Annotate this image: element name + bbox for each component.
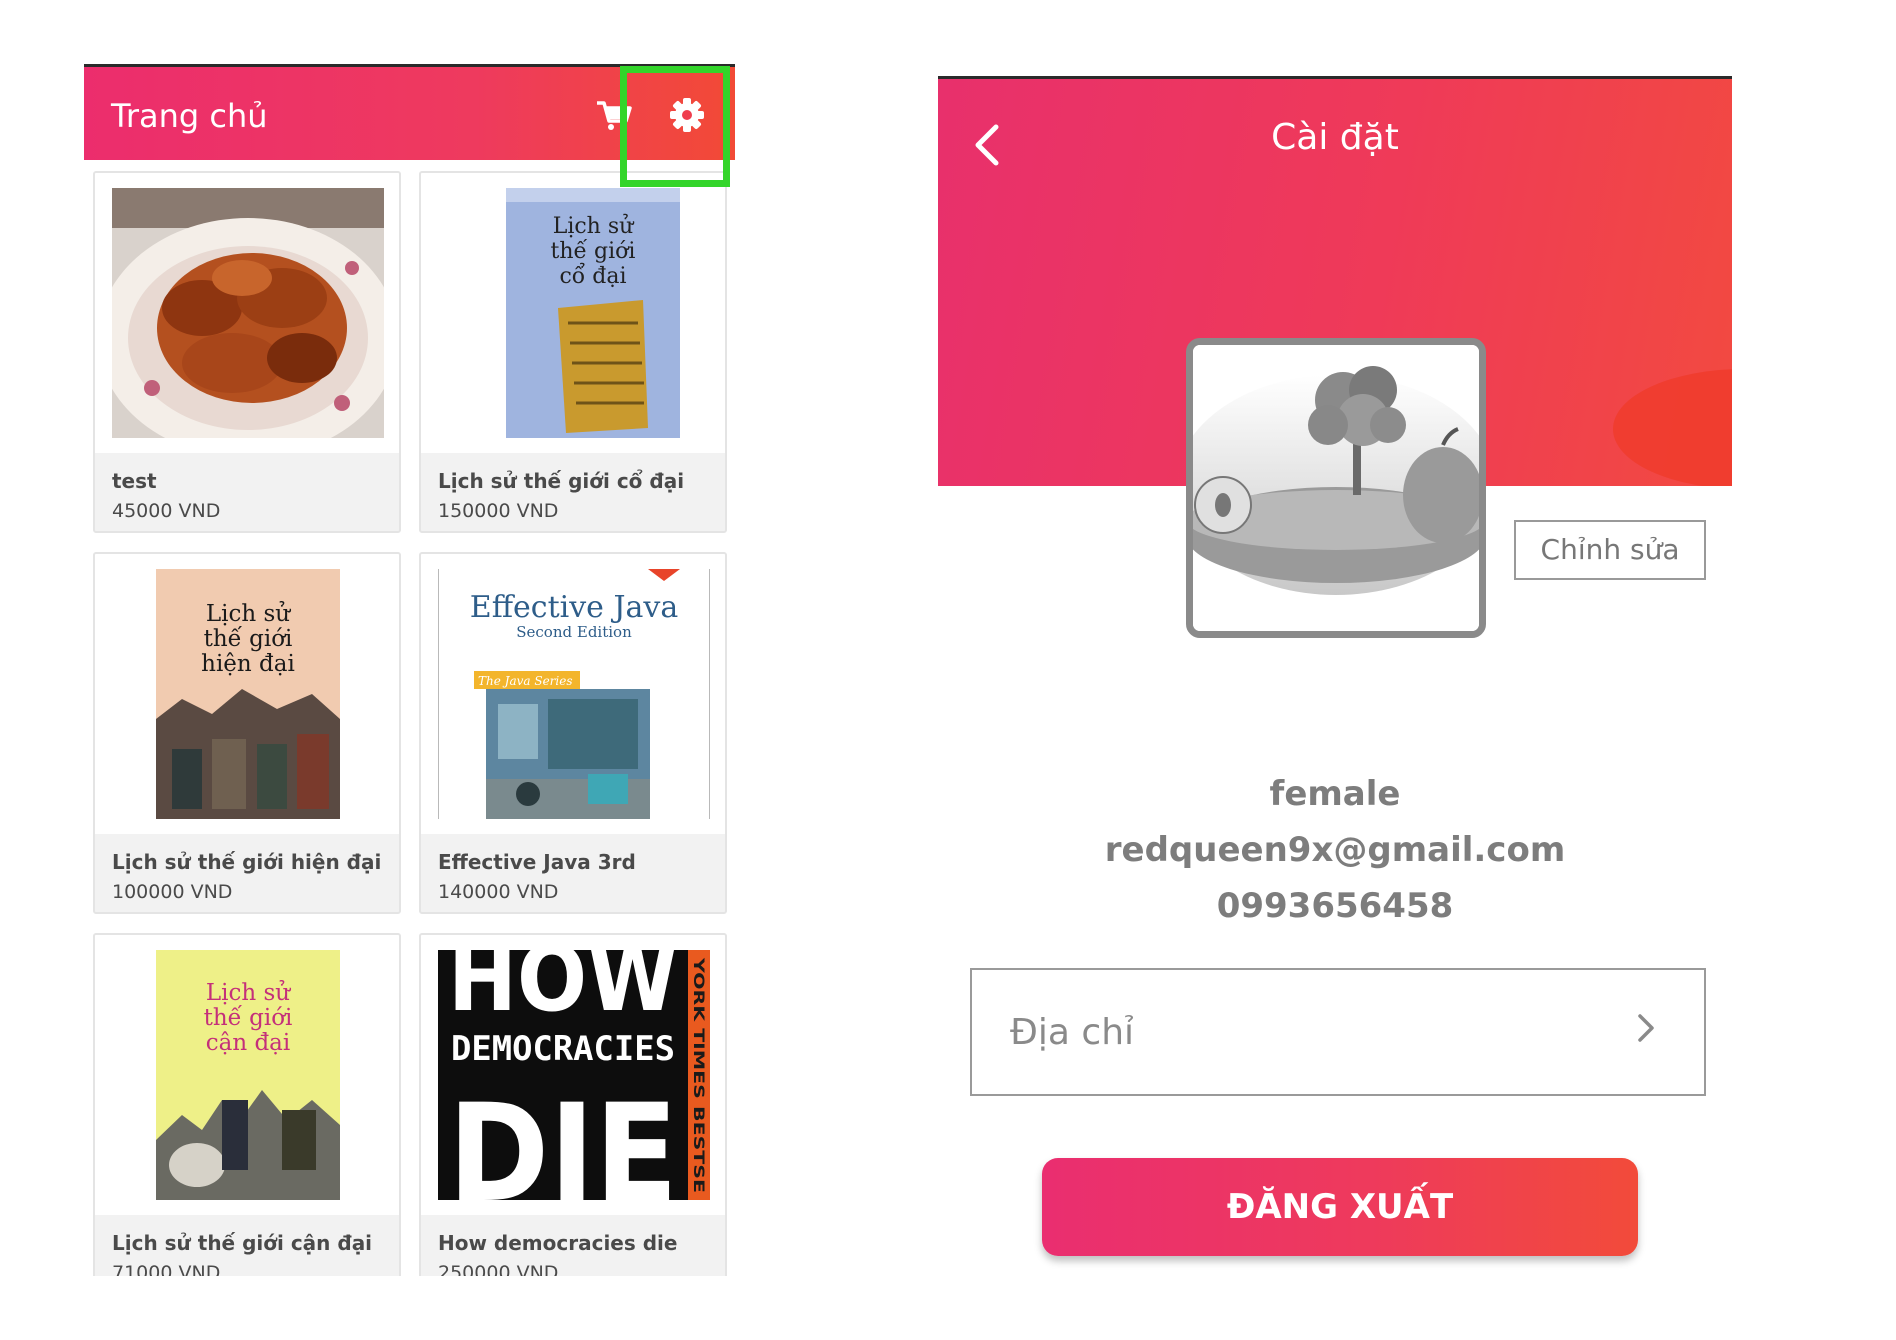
book-cover-image: Lịch sử thế giới cận đại xyxy=(112,950,384,1200)
book-cover-text: thế giới xyxy=(551,238,636,264)
book-cover-image: Effective Java Second Edition The Java S… xyxy=(438,569,710,819)
book-cover-text: The Java Series xyxy=(478,674,573,688)
chevron-right-icon xyxy=(1638,1014,1654,1042)
book-cover-text: DEMOCRACIES xyxy=(451,1029,675,1069)
book-cover-image: Lịch sử thế giới cổ đại xyxy=(438,188,710,438)
product-name: test xyxy=(112,469,157,493)
avatar xyxy=(1186,338,1486,638)
phone-value: 0993656458 xyxy=(1216,886,1454,926)
settings-screen: Cài đặt Chỉnh sửa female redqueen9x@gmai… xyxy=(938,76,1732,1276)
avatar-image xyxy=(1193,345,1479,631)
product-name: Lịch sử thế giới cổ đại xyxy=(438,469,685,493)
book-cover-text: Lịch sử xyxy=(206,601,291,627)
settings-button[interactable] xyxy=(667,95,707,135)
product-name: How democracies die xyxy=(438,1231,678,1255)
logout-button[interactable]: ĐĂNG XUẤT xyxy=(1042,1158,1638,1256)
gear-icon xyxy=(670,98,704,132)
edit-button[interactable]: Chỉnh sửa xyxy=(1514,520,1706,580)
email-value: redqueen9x@gmail.com xyxy=(1104,830,1566,870)
product-image: Lịch sử thế giới hiện đại xyxy=(95,554,399,834)
book-cover-text: Lịch sử xyxy=(553,213,635,239)
book-cover-text: thế giới xyxy=(204,1005,293,1031)
book-cover-text: Second Edition xyxy=(516,623,632,641)
book-cover-text: thế giới xyxy=(204,626,293,652)
product-card[interactable]: test 45000 VND xyxy=(93,171,401,533)
product-card[interactable]: HOW DEMOCRACIES DIE YORK TIMES BESTSE Ho… xyxy=(419,933,727,1276)
cart-icon xyxy=(597,101,632,130)
product-image xyxy=(95,173,399,453)
product-card[interactable]: Lịch sử thế giới hiện đại Lịch sử thế gi… xyxy=(93,552,401,914)
book-cover-text: cổ đại xyxy=(559,261,626,289)
header-decoration xyxy=(1613,369,1732,486)
product-image: Effective Java Second Edition The Java S… xyxy=(421,554,725,834)
book-cover-image: Lịch sử thế giới hiện đại xyxy=(112,569,384,819)
product-name: Effective Java 3rd xyxy=(438,850,636,874)
product-price: 45000 VND xyxy=(112,500,221,522)
home-screen: Trang chủ test 45000 VND Lịch sử thế giớ… xyxy=(84,64,735,1276)
book-cover-image: HOW DEMOCRACIES DIE YORK TIMES BESTSE xyxy=(438,950,710,1200)
product-image: HOW DEMOCRACIES DIE YORK TIMES BESTSE xyxy=(421,935,725,1215)
product-price: 100000 VND xyxy=(112,881,233,903)
gender-value: female xyxy=(1269,774,1401,814)
product-card[interactable]: Lịch sử thế giới cổ đại Lịch sử thế giới… xyxy=(419,171,727,533)
book-cover-text: DIE xyxy=(448,1075,678,1200)
product-image: Lịch sử thế giới cận đại xyxy=(95,935,399,1215)
book-cover-text: cận đại xyxy=(206,1030,291,1056)
product-card[interactable]: Lịch sử thế giới cận đại Lịch sử thế giớ… xyxy=(93,933,401,1276)
product-image: Lịch sử thế giới cổ đại xyxy=(421,173,725,453)
product-price: 140000 VND xyxy=(438,881,559,903)
product-name: Lịch sử thế giới hiện đại xyxy=(112,850,382,874)
book-cover-text: HOW xyxy=(448,950,678,1032)
book-cover-text: hiện đại xyxy=(201,651,295,677)
fried-chicken-photo xyxy=(112,188,384,438)
product-price: 250000 VND xyxy=(438,1262,559,1276)
address-label: Địa chỉ xyxy=(1010,1012,1135,1053)
address-row[interactable]: Địa chỉ xyxy=(970,968,1706,1096)
page-title: Trang chủ xyxy=(111,97,268,135)
book-cover-text: Effective Java xyxy=(470,590,679,625)
product-name: Lịch sử thế giới cận đại xyxy=(112,1231,373,1255)
book-cover-text: Lịch sử xyxy=(206,980,291,1006)
cart-button[interactable] xyxy=(594,95,634,135)
product-price: 71000 VND xyxy=(112,1262,221,1276)
book-cover-text: YORK TIMES BESTSE xyxy=(690,957,706,1193)
page-title: Cài đặt xyxy=(1271,117,1399,158)
product-price: 150000 VND xyxy=(438,500,559,522)
product-card[interactable]: Effective Java Second Edition The Java S… xyxy=(419,552,727,914)
home-header: Trang chủ xyxy=(84,64,735,160)
